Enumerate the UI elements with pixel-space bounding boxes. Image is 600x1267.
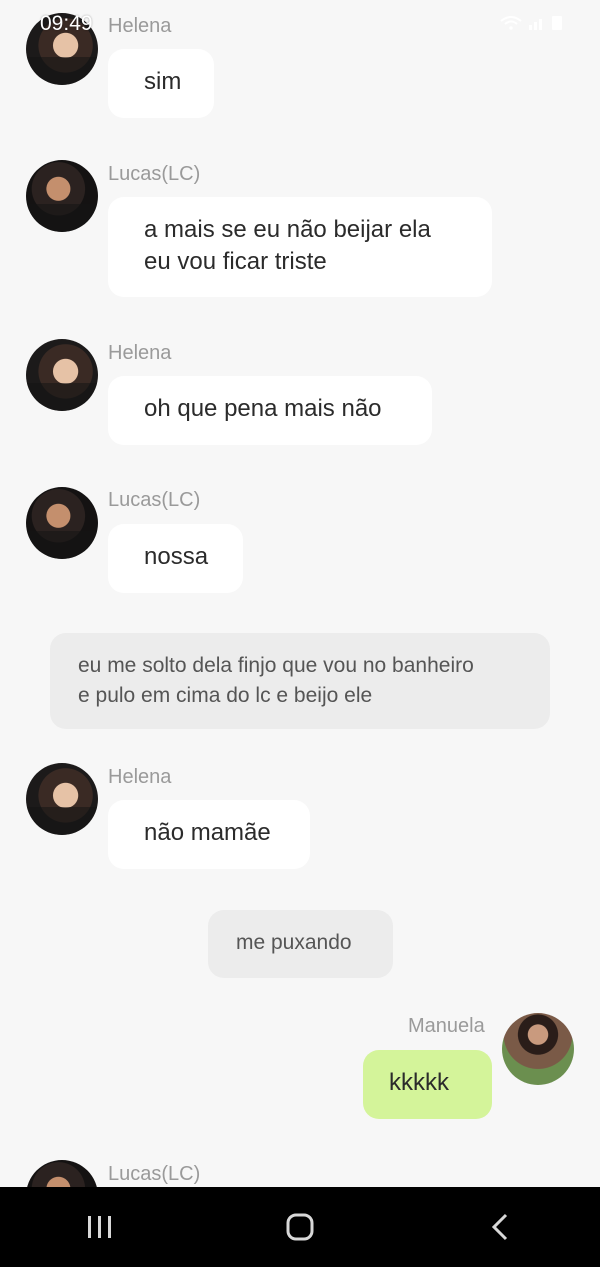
narration-text-line: e pulo em cima do lc e beijo ele bbox=[78, 684, 373, 707]
sender-name: Helena bbox=[108, 766, 172, 788]
narration-text: me puxando bbox=[236, 931, 352, 954]
recent-apps-button[interactable] bbox=[70, 1197, 130, 1257]
status-icons bbox=[500, 16, 562, 30]
recent-apps-icon bbox=[88, 1216, 111, 1238]
sender-name: Helena bbox=[108, 342, 172, 364]
sender-name: Lucas(LC) bbox=[108, 163, 201, 185]
message-bubble[interactable]: oh que pena mais não bbox=[108, 376, 432, 445]
back-icon bbox=[491, 1213, 508, 1241]
back-button[interactable] bbox=[470, 1197, 530, 1257]
signal-icon bbox=[529, 19, 542, 30]
message-bubble[interactable]: sim bbox=[108, 49, 214, 118]
avatar-helena[interactable] bbox=[26, 339, 98, 411]
avatar-lucas[interactable] bbox=[26, 160, 98, 232]
message-text: kkkkk bbox=[389, 1069, 449, 1096]
message-bubble[interactable]: não mamãe bbox=[108, 800, 310, 869]
home-button[interactable] bbox=[270, 1197, 330, 1257]
battery-icon bbox=[552, 16, 562, 30]
narration-bubble[interactable]: me puxando bbox=[208, 910, 393, 978]
own-message-bubble[interactable]: kkkkk bbox=[363, 1050, 492, 1119]
message-text-line: a mais se eu não beijar ela bbox=[144, 216, 431, 243]
wifi-icon bbox=[500, 16, 522, 30]
status-time: 09:49 bbox=[40, 12, 93, 35]
sender-name: Helena bbox=[108, 15, 172, 37]
message-text: não mamãe bbox=[144, 819, 271, 846]
avatar-helena[interactable] bbox=[26, 763, 98, 835]
message-bubble[interactable]: a mais se eu não beijar ela eu vou ficar… bbox=[108, 197, 492, 297]
sender-name: Lucas(LC) bbox=[108, 489, 201, 511]
narration-bubble[interactable]: eu me solto dela finjo que vou no banhei… bbox=[50, 633, 550, 729]
message-text-line: eu vou ficar triste bbox=[144, 248, 327, 275]
sender-name: Lucas(LC) bbox=[108, 1163, 201, 1185]
home-icon bbox=[286, 1213, 314, 1241]
message-bubble[interactable]: nossa bbox=[108, 524, 243, 593]
avatar-lucas[interactable] bbox=[26, 487, 98, 559]
narration-text-line: eu me solto dela finjo que vou no banhei… bbox=[78, 654, 474, 677]
message-text: sim bbox=[144, 68, 182, 95]
message-text: nossa bbox=[144, 543, 209, 570]
sender-name: Manuela bbox=[408, 1015, 485, 1037]
avatar-manuela[interactable] bbox=[502, 1013, 574, 1085]
message-text: oh que pena mais não bbox=[144, 395, 382, 422]
chat-screen: 09:49 Helena sim Lucas(LC) a mais se eu … bbox=[0, 0, 600, 1267]
navigation-bar bbox=[0, 1187, 600, 1267]
